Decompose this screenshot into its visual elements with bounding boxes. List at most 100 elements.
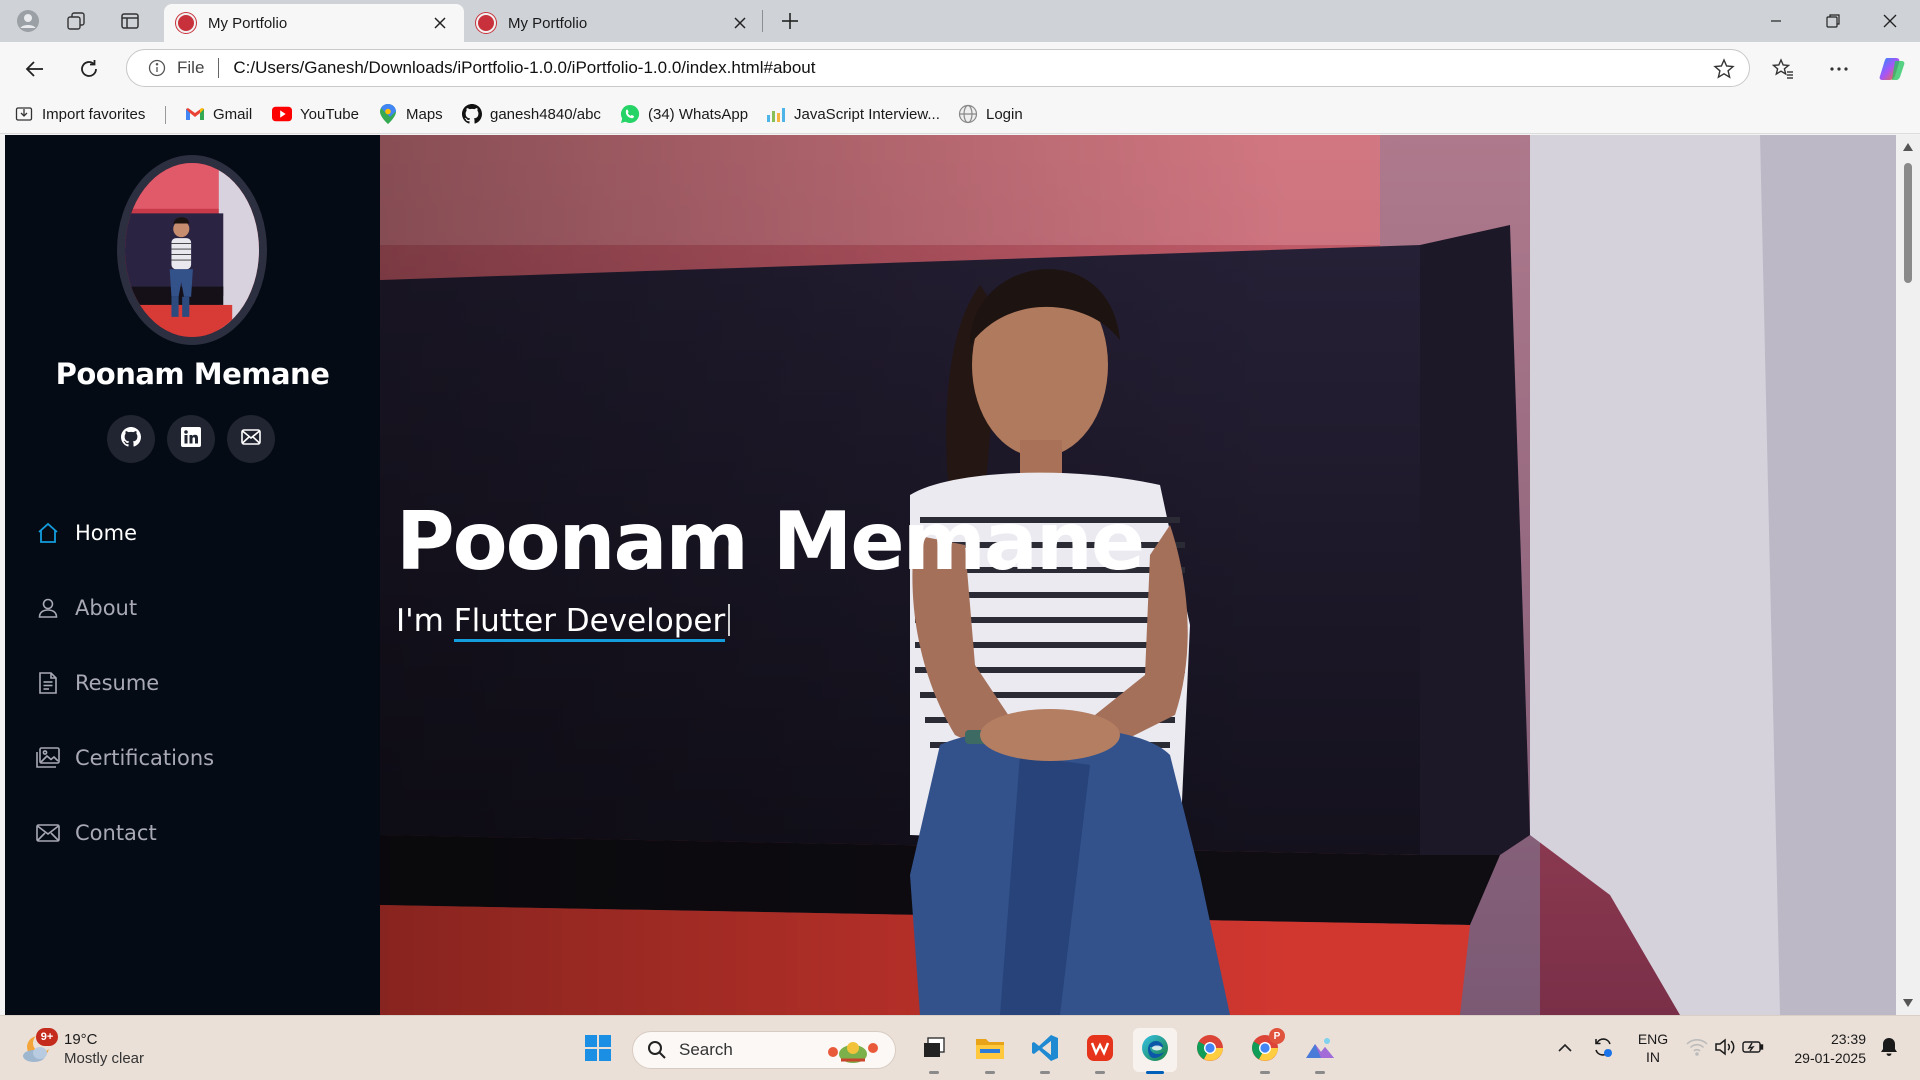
nav-label: Home <box>75 520 138 545</box>
favorite-youtube[interactable]: YouTube <box>272 102 359 126</box>
address-bar[interactable]: File C:/Users/Ganesh/Downloads/iPortfoli… <box>126 49 1750 87</box>
nav-item-resume[interactable]: Resume <box>35 645 355 720</box>
gmail-icon <box>185 104 205 124</box>
close-tab-icon[interactable] <box>428 11 452 35</box>
nav-item-certifications[interactable]: Certifications <box>35 720 355 795</box>
more-menu-button[interactable] <box>1822 52 1856 86</box>
search-highlight-icon <box>823 1036 883 1071</box>
favorite-login[interactable]: Login <box>958 102 1023 126</box>
scrollbar-thumb[interactable] <box>1904 163 1912 283</box>
scheme-label: File <box>177 58 205 77</box>
start-button[interactable] <box>576 1028 620 1072</box>
minimize-button[interactable] <box>1748 4 1804 38</box>
sync-tray-button[interactable] <box>1588 1030 1618 1068</box>
taskbar-task-view[interactable] <box>912 1028 956 1074</box>
person-icon <box>35 595 61 621</box>
favorite-star-icon[interactable] <box>1713 58 1735 85</box>
taskbar-wps-office[interactable] <box>1078 1028 1122 1074</box>
scroll-down-arrow-icon[interactable] <box>1902 997 1914 1009</box>
taskbar-search[interactable]: Search <box>632 1031 896 1069</box>
typing-cursor <box>728 604 731 636</box>
tab-my-portfolio[interactable]: My Portfolio <box>464 4 764 42</box>
maps-pin-icon <box>378 104 398 124</box>
favorite-label: JavaScript Interview... <box>794 105 940 123</box>
taskbar-file-explorer[interactable] <box>968 1028 1012 1074</box>
whatsapp-icon <box>620 104 640 124</box>
search-icon <box>647 1040 667 1060</box>
file-explorer-icon <box>975 1035 1005 1066</box>
close-tab-icon[interactable] <box>728 11 752 35</box>
taskbar-photos[interactable] <box>1298 1028 1342 1074</box>
globe-icon <box>958 104 978 124</box>
tab-my-portfolio-active[interactable]: My Portfolio <box>164 4 464 42</box>
favorite-javascript-interview[interactable]: JavaScript Interview... <box>766 102 940 126</box>
favorites-button[interactable] <box>1766 52 1800 86</box>
weather-badge: 9+ <box>36 1028 58 1046</box>
running-indicator <box>985 1071 995 1074</box>
back-button[interactable] <box>18 52 52 86</box>
copilot-icon[interactable] <box>1876 52 1910 86</box>
input-language[interactable]: ENG IN <box>1636 1030 1670 1066</box>
house-icon <box>35 520 61 546</box>
nav-label: Contact <box>75 820 157 845</box>
sidebar: Poonam Memane Home About Resume Certific… <box>5 135 380 1015</box>
site-info-icon[interactable] <box>147 58 167 78</box>
wifi-tray-button[interactable] <box>1684 1030 1710 1068</box>
favorite-whatsapp[interactable]: (34) WhatsApp <box>620 102 748 126</box>
sync-icon <box>1592 1036 1614 1063</box>
taskbar-chrome[interactable] <box>1188 1028 1232 1072</box>
region-code: IN <box>1646 1049 1660 1065</box>
system-clock[interactable]: 23:39 29-01-2025 <box>1780 1030 1866 1068</box>
running-indicator <box>1095 1071 1105 1074</box>
nav-item-contact[interactable]: Contact <box>35 795 355 870</box>
favorite-label: ganesh4840/abc <box>490 105 601 123</box>
favorite-import[interactable]: Import favorites <box>14 102 145 126</box>
close-window-button[interactable] <box>1862 4 1918 38</box>
volume-tray-button[interactable] <box>1712 1030 1738 1068</box>
hero-title: Poonam Memane <box>396 495 1145 588</box>
import-icon <box>14 104 34 124</box>
email-link-button[interactable] <box>227 415 275 463</box>
profile-avatar-icon[interactable] <box>14 7 42 35</box>
nav-item-home[interactable]: Home <box>35 495 355 570</box>
language-code: ENG <box>1637 1031 1669 1047</box>
url-text[interactable]: C:/Users/Ganesh/Downloads/iPortfolio-1.0… <box>233 58 815 78</box>
linkedin-icon <box>181 426 201 452</box>
favorite-gmail[interactable]: Gmail <box>185 102 252 126</box>
file-text-icon <box>35 670 61 696</box>
address-divider <box>218 58 220 78</box>
favorite-label: YouTube <box>300 105 359 123</box>
refresh-button[interactable] <box>72 52 106 86</box>
taskbar-chrome-profile[interactable]: P <box>1243 1028 1287 1074</box>
portfolio-favicon-icon <box>176 13 196 33</box>
vertical-tabs-icon[interactable] <box>116 7 144 35</box>
page-scrollbar[interactable] <box>1896 135 1920 1015</box>
images-icon <box>35 745 61 771</box>
new-tab-button[interactable] <box>776 7 804 35</box>
restore-button[interactable] <box>1805 4 1861 38</box>
taskbar-edge[interactable] <box>1133 1028 1177 1074</box>
github-link-button[interactable] <box>107 415 155 463</box>
favorite-maps[interactable]: Maps <box>378 102 443 126</box>
workspaces-icon[interactable] <box>62 7 90 35</box>
task-view-icon <box>921 1036 947 1065</box>
show-hidden-icons-button[interactable] <box>1552 1030 1578 1068</box>
edge-icon <box>1140 1033 1170 1068</box>
taskbar-vscode[interactable] <box>1023 1028 1067 1074</box>
notifications-button[interactable] <box>1876 1030 1902 1068</box>
favorite-github-repo[interactable]: ganesh4840/abc <box>462 102 601 126</box>
weather-widget[interactable]: 9+ 19°C Mostly clear <box>20 1028 144 1070</box>
scroll-up-arrow-icon[interactable] <box>1902 141 1914 153</box>
github-icon <box>462 104 482 124</box>
battery-tray-button[interactable] <box>1740 1030 1766 1068</box>
start-windows-icon <box>584 1034 612 1067</box>
nav-item-about[interactable]: About <box>35 570 355 645</box>
favorites-bar: Import favorites Gmail YouTube Maps gane… <box>0 94 1920 134</box>
battery-charging-icon <box>1742 1039 1764 1060</box>
search-placeholder: Search <box>679 1040 733 1059</box>
wps-office-icon <box>1086 1034 1114 1067</box>
favorite-label: Maps <box>406 105 443 123</box>
envelope-icon <box>35 820 61 846</box>
linkedin-link-button[interactable] <box>167 415 215 463</box>
hero-subtitle: I'm Flutter Developer <box>396 603 731 642</box>
